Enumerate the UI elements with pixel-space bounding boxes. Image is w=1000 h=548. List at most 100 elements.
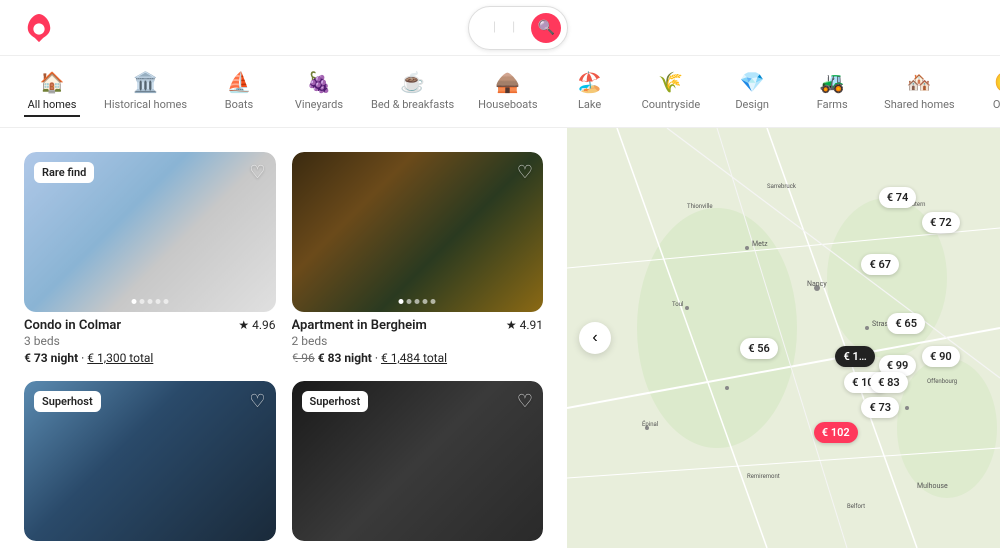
listing-info: Condo in Colmar ★ 4.96 3 beds € 73 night… bbox=[24, 312, 276, 365]
nav-item-boats[interactable]: ⛵ Boats bbox=[211, 66, 267, 117]
map-price-pill[interactable]: € 65 bbox=[887, 313, 925, 334]
wishlist-button[interactable]: ♡ bbox=[517, 391, 533, 412]
listings-grid: Rare find ♡ Condo in Colmar ★ 4.96 3 bed… bbox=[24, 152, 543, 541]
nav-item-houseboats[interactable]: 🛖 Houseboats bbox=[478, 66, 537, 117]
price-night: € 83 night bbox=[318, 351, 372, 365]
dot bbox=[139, 299, 144, 304]
nav-item-lake[interactable]: 🏖️ Lake bbox=[562, 66, 618, 117]
listing-image: Superhost ♡ bbox=[24, 381, 276, 541]
wishlist-button[interactable]: ♡ bbox=[249, 162, 265, 183]
listing-card-1[interactable]: Rare find ♡ Condo in Colmar ★ 4.96 3 bed… bbox=[24, 152, 276, 365]
wishlist-button[interactable]: ♡ bbox=[517, 162, 533, 183]
listing-title: Apartment in Bergheim bbox=[292, 318, 427, 333]
listing-image: ♡ bbox=[292, 152, 544, 312]
map-price-pill[interactable]: € 67 bbox=[861, 254, 899, 275]
boats-icon: ⛵ bbox=[227, 70, 252, 94]
vineyards-icon: 🍇 bbox=[307, 70, 332, 94]
svg-text:Thionville: Thionville bbox=[687, 203, 713, 210]
nav-label: Farms bbox=[817, 98, 848, 111]
map-price-pill[interactable]: € 102 bbox=[814, 422, 858, 443]
listing-card-3[interactable]: Superhost ♡ bbox=[24, 381, 276, 541]
listing-title-row: Condo in Colmar ★ 4.96 bbox=[24, 318, 276, 333]
nav-item-countryside[interactable]: 🌾 Countryside bbox=[642, 66, 701, 117]
main-content: Rare find ♡ Condo in Colmar ★ 4.96 3 bed… bbox=[0, 128, 1000, 548]
price-original: € 96 bbox=[292, 351, 315, 365]
search-icon: 🔍 bbox=[537, 19, 554, 36]
price-total[interactable]: € 1,484 total bbox=[381, 351, 447, 365]
listings-panel: Rare find ♡ Condo in Colmar ★ 4.96 3 bed… bbox=[0, 128, 567, 548]
houseboats-icon: 🛖 bbox=[495, 70, 520, 94]
nav-label: Countryside bbox=[642, 98, 701, 111]
design-icon: 💎 bbox=[740, 70, 765, 94]
farms-icon: 🚜 bbox=[820, 70, 845, 94]
nav-item-omg[interactable]: 😮 OMG! bbox=[979, 66, 1000, 117]
nav-item-farms[interactable]: 🚜 Farms bbox=[804, 66, 860, 117]
search-bar[interactable]: | | 🔍 bbox=[468, 6, 568, 50]
listing-card-4[interactable]: Superhost ♡ bbox=[292, 381, 544, 541]
nav-item-vineyards[interactable]: 🍇 Vineyards bbox=[291, 66, 347, 117]
nav-item-shared-homes[interactable]: 🏘️ Shared homes bbox=[884, 66, 954, 117]
listing-badge: Superhost bbox=[302, 391, 369, 412]
svg-text:Sarrebruck: Sarrebruck bbox=[767, 183, 797, 190]
svg-text:Mulhouse: Mulhouse bbox=[917, 482, 948, 490]
nav-item-design[interactable]: 💎 Design bbox=[724, 66, 780, 117]
countryside-icon: 🌾 bbox=[658, 70, 683, 94]
map-price-pill[interactable]: € 1… bbox=[835, 346, 874, 367]
nav-label: Vineyards bbox=[295, 98, 343, 111]
map-price-pill[interactable]: € 90 bbox=[922, 346, 960, 367]
airbnb-logo-icon bbox=[24, 13, 54, 43]
listing-price: € 96 € 83 night · € 1,484 total bbox=[292, 351, 544, 365]
historical-icon: 🏛️ bbox=[133, 70, 158, 94]
price-night: € 73 night bbox=[24, 351, 78, 365]
map-price-pill[interactable]: € 73 bbox=[861, 397, 899, 418]
map-price-pill[interactable]: € 83 bbox=[870, 372, 908, 393]
listing-rating: ★ 4.91 bbox=[506, 318, 543, 332]
search-divider: | bbox=[493, 20, 496, 35]
map-price-pill[interactable]: € 56 bbox=[740, 338, 778, 359]
svg-text:Toul: Toul bbox=[672, 301, 683, 308]
listing-image: Rare find ♡ bbox=[24, 152, 276, 312]
nav-label: Lake bbox=[578, 98, 601, 111]
svg-text:Nancy: Nancy bbox=[807, 280, 827, 288]
dot bbox=[131, 299, 136, 304]
nav-label: Design bbox=[735, 98, 769, 111]
shared-homes-icon: 🏘️ bbox=[907, 70, 932, 94]
nav-item-historical[interactable]: 🏛️ Historical homes bbox=[104, 66, 187, 117]
listing-badge: Superhost bbox=[34, 391, 101, 412]
listing-image: Superhost ♡ bbox=[292, 381, 544, 541]
dot bbox=[431, 299, 436, 304]
map-price-pill[interactable]: € 72 bbox=[922, 212, 960, 233]
svg-text:Offenbourg: Offenbourg bbox=[927, 378, 957, 385]
dot bbox=[399, 299, 404, 304]
dot bbox=[423, 299, 428, 304]
category-nav: 🏠 All homes 🏛️ Historical homes ⛵ Boats … bbox=[0, 56, 1000, 128]
nav-label: All homes bbox=[28, 98, 77, 111]
bed-breakfasts-icon: ☕ bbox=[400, 70, 425, 94]
dot bbox=[163, 299, 168, 304]
dot bbox=[147, 299, 152, 304]
map-price-pill[interactable]: € 74 bbox=[879, 187, 917, 208]
listing-dots bbox=[131, 299, 168, 304]
omg-icon: 😮 bbox=[994, 70, 1000, 94]
nav-item-bed-breakfasts[interactable]: ☕ Bed & breakfasts bbox=[371, 66, 454, 117]
svg-text:Metz: Metz bbox=[752, 240, 768, 248]
listing-title-row: Apartment in Bergheim ★ 4.91 bbox=[292, 318, 544, 333]
listing-beds: 2 beds bbox=[292, 334, 544, 348]
listing-card-2[interactable]: ♡ Apartment in Bergheim ★ 4.91 2 beds € … bbox=[292, 152, 544, 365]
nav-label: Historical homes bbox=[104, 98, 187, 111]
svg-text:Épinal: Épinal bbox=[642, 420, 658, 428]
logo[interactable] bbox=[24, 13, 60, 43]
search-button[interactable]: 🔍 bbox=[531, 13, 561, 43]
wishlist-button[interactable]: ♡ bbox=[249, 391, 265, 412]
price-total[interactable]: € 1,300 total bbox=[87, 351, 153, 365]
header: | | 🔍 bbox=[0, 0, 1000, 56]
listing-badge: Rare find bbox=[34, 162, 94, 183]
map-panel[interactable]: Metz Toul Nancy Strasbourg Épinal Thionv… bbox=[567, 128, 1000, 548]
map-background: Metz Toul Nancy Strasbourg Épinal Thionv… bbox=[567, 128, 1000, 548]
dot bbox=[155, 299, 160, 304]
nav-item-all-homes[interactable]: 🏠 All homes bbox=[24, 66, 80, 117]
map-toggle-button[interactable]: ‹ bbox=[579, 322, 611, 354]
nav-label: Boats bbox=[225, 98, 253, 111]
listing-beds: 3 beds bbox=[24, 334, 276, 348]
listing-dots bbox=[399, 299, 436, 304]
